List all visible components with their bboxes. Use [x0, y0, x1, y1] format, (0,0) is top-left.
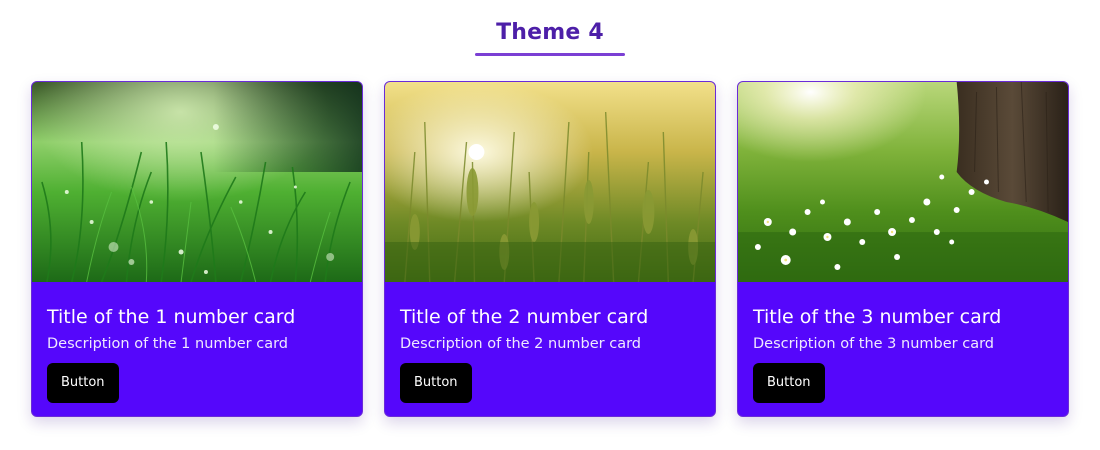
card-3: Title of the 3 number card Description o…	[737, 81, 1069, 417]
card-1-body: Title of the 1 number card Description o…	[32, 282, 362, 403]
card-description: Description of the 3 number card	[753, 336, 994, 352]
grass-dew-photo	[32, 82, 362, 282]
card-2-button[interactable]: Button	[400, 363, 472, 403]
card-2-body: Title of the 2 number card Description o…	[385, 282, 715, 403]
card-grid: Title of the 1 number card Description o…	[31, 81, 1069, 417]
meadow-tree-flowers-photo	[738, 82, 1068, 282]
card-2-image	[385, 82, 715, 282]
card-1-image	[32, 82, 362, 282]
card-title: Title of the 2 number card	[400, 306, 649, 328]
card-2: Title of the 2 number card Description o…	[384, 81, 716, 417]
page-title: Theme 4	[496, 20, 604, 45]
card-description: Description of the 2 number card	[400, 336, 641, 352]
card-3-body: Title of the 3 number card Description o…	[738, 282, 1068, 403]
card-1-button[interactable]: Button	[47, 363, 119, 403]
wheat-field-photo	[385, 82, 715, 282]
card-3-button[interactable]: Button	[753, 363, 825, 403]
card-title: Title of the 3 number card	[753, 306, 1002, 328]
page: Theme 4 Title of the 1 number card Descr…	[0, 0, 1100, 450]
title-underline	[475, 53, 625, 56]
card-title: Title of the 1 number card	[47, 306, 296, 328]
card-1: Title of the 1 number card Description o…	[31, 81, 363, 417]
card-description: Description of the 1 number card	[47, 336, 288, 352]
section-header: Theme 4	[0, 18, 1100, 56]
card-3-image	[738, 82, 1068, 282]
